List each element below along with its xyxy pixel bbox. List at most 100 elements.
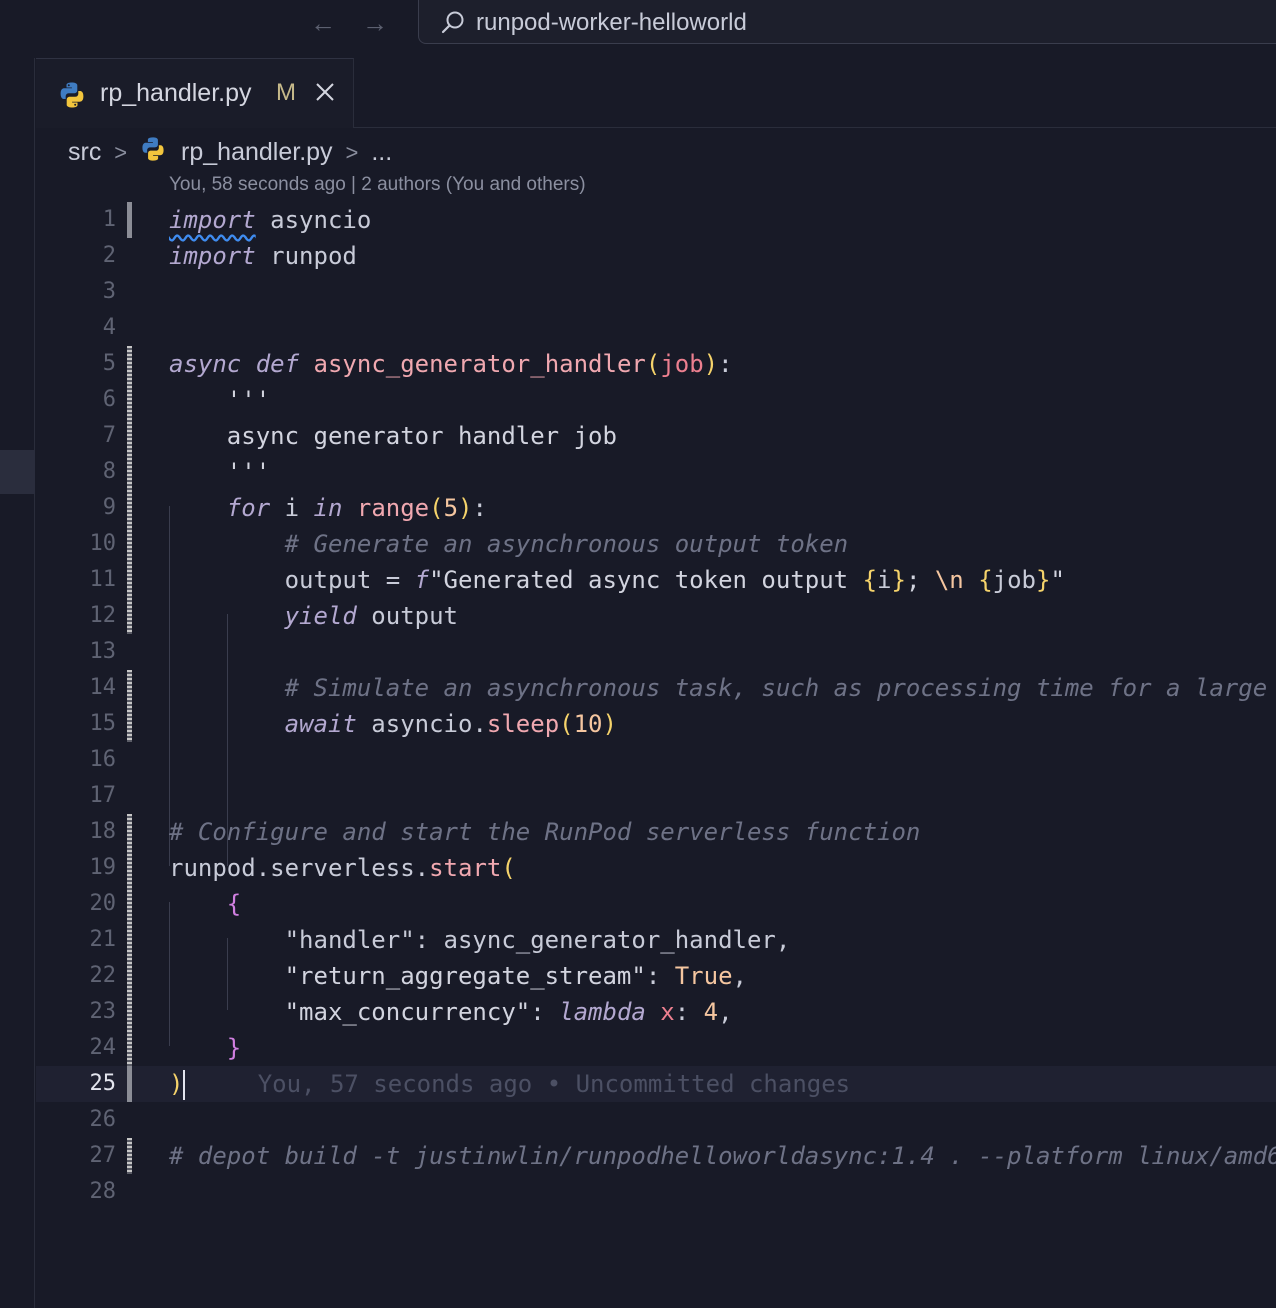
line-number: 10 xyxy=(89,531,117,556)
code-text: import asyncio xyxy=(169,206,372,234)
line-number: 14 xyxy=(89,675,117,700)
gutter-change-marker[interactable] xyxy=(127,922,132,958)
activity-bar xyxy=(0,58,35,1308)
gutter-change-marker[interactable] xyxy=(127,850,132,886)
code-text: # Simulate an asynchronous task, such as… xyxy=(169,674,1268,702)
code-text: ''' xyxy=(169,458,271,486)
code-line[interactable]: 10 # Generate an asynchronous output tok… xyxy=(36,526,1276,562)
gutter-change-marker[interactable] xyxy=(127,994,132,1030)
code-line[interactable]: 15 await asyncio.sleep(10) xyxy=(36,706,1276,742)
gutter-change-marker[interactable] xyxy=(127,382,132,418)
activity-bar-selection[interactable] xyxy=(0,450,35,494)
breadcrumb-folder[interactable]: src xyxy=(68,138,101,167)
line-number: 26 xyxy=(89,1107,117,1132)
gutter-change-marker[interactable] xyxy=(127,202,132,238)
breadcrumb-symbols[interactable]: ... xyxy=(371,138,392,167)
gutter-change-marker[interactable] xyxy=(127,346,132,382)
code-line[interactable]: 2 import runpod xyxy=(36,238,1276,274)
line-number: 8 xyxy=(102,459,116,484)
code-line[interactable]: 28 xyxy=(36,1174,1276,1210)
code-line[interactable]: 18 # Configure and start the RunPod serv… xyxy=(36,814,1276,850)
gutter-change-marker[interactable] xyxy=(127,1138,132,1174)
gutter-change-marker[interactable] xyxy=(127,814,132,850)
close-icon[interactable] xyxy=(312,79,338,105)
line-number: 24 xyxy=(89,1035,117,1060)
line-number: 11 xyxy=(89,567,117,592)
code-line[interactable]: 7 async generator handler job xyxy=(36,418,1276,454)
tab-rp-handler[interactable]: rp_handler.py M xyxy=(36,58,354,128)
line-number: 22 xyxy=(89,963,117,988)
code-line[interactable]: 6 ''' xyxy=(36,382,1276,418)
gutter-change-marker[interactable] xyxy=(127,562,132,598)
code-text: "max_concurrency": lambda x: 4, xyxy=(284,998,733,1026)
code-text: { xyxy=(226,890,242,918)
code-text: output = f"Generated async token output … xyxy=(169,566,1065,594)
code-text: await asyncio.sleep(10) xyxy=(284,710,617,738)
modified-badge: M xyxy=(276,79,296,106)
code-line[interactable]: 23 "max_concurrency": lambda x: 4, xyxy=(36,994,1276,1030)
breadcrumb-file[interactable]: rp_handler.py xyxy=(181,138,333,167)
editor-tab-bar: rp_handler.py M xyxy=(36,58,1276,128)
gutter-change-marker[interactable] xyxy=(127,490,132,526)
code-line[interactable]: 27 # depot build -t justinwlin/runpodhel… xyxy=(36,1138,1276,1174)
code-line[interactable]: 9 for i in range(5): xyxy=(36,490,1276,526)
code-line[interactable]: 17 xyxy=(36,778,1276,814)
gutter-change-marker[interactable] xyxy=(127,418,132,454)
line-number: 12 xyxy=(89,603,117,628)
code-line[interactable]: 1 import asyncio xyxy=(36,202,1276,238)
code-text: ''' xyxy=(169,386,271,414)
code-line[interactable]: 12 yield output xyxy=(36,598,1276,634)
git-codelens[interactable]: You, 58 seconds ago | 2 authors (You and… xyxy=(169,174,586,196)
code-line[interactable]: 19 runpod.serverless.start( xyxy=(36,850,1276,886)
code-text: # depot build -t justinwlin/runpodhellow… xyxy=(169,1142,1276,1170)
back-arrow-icon[interactable]: ← xyxy=(308,8,338,38)
code-text: async generator handler job xyxy=(169,422,617,450)
gutter-change-marker[interactable] xyxy=(127,1030,132,1066)
code-editor[interactable]: src > rp_handler.py > ... You, 58 second… xyxy=(36,128,1276,1308)
code-text: "handler": async_generator_handler, xyxy=(169,926,791,954)
breadcrumb: src > rp_handler.py > ... xyxy=(68,136,392,168)
code-line[interactable]: 16 xyxy=(36,742,1276,778)
code-line[interactable]: 24 } xyxy=(36,1030,1276,1066)
gutter-change-marker[interactable] xyxy=(127,598,132,634)
code-line[interactable]: 3 xyxy=(36,274,1276,310)
chevron-right-icon: > xyxy=(114,139,128,165)
code-line[interactable]: 20 { xyxy=(36,886,1276,922)
code-line[interactable]: 4 xyxy=(36,310,1276,346)
code-line[interactable]: 26 xyxy=(36,1102,1276,1138)
forward-arrow-icon[interactable]: → xyxy=(360,8,390,38)
inline-blame[interactable]: You, 57 seconds ago • Uncommitted change… xyxy=(258,1070,850,1098)
line-number: 17 xyxy=(89,783,117,808)
tab-filename: rp_handler.py xyxy=(100,79,252,107)
gutter-change-marker[interactable] xyxy=(127,526,132,562)
line-number: 13 xyxy=(89,639,117,664)
line-number: 2 xyxy=(102,243,116,268)
line-number: 27 xyxy=(89,1143,117,1168)
code-line[interactable]: 8 ''' xyxy=(36,454,1276,490)
line-number: 16 xyxy=(89,747,117,772)
code-text: # Generate an asynchronous output token xyxy=(169,530,849,558)
gutter-change-marker[interactable] xyxy=(127,886,132,922)
line-number: 28 xyxy=(89,1179,117,1204)
gutter-change-marker[interactable] xyxy=(127,706,132,742)
workspace-name: runpod-worker-helloworld xyxy=(476,9,747,36)
code-line[interactable]: 13 xyxy=(36,634,1276,670)
chevron-right-icon: > xyxy=(345,139,359,165)
line-number: 6 xyxy=(102,387,116,412)
code-line[interactable]: 14 # Simulate an asynchronous task, such… xyxy=(36,670,1276,706)
code-line[interactable]: 11 output = f"Generated async token outp… xyxy=(36,562,1276,598)
gutter-change-marker[interactable] xyxy=(127,958,132,994)
code-line[interactable]: 21 "handler": async_generator_handler, xyxy=(36,922,1276,958)
code-line-current[interactable]: 25 ) You, 57 seconds ago • Uncommitted c… xyxy=(36,1066,1276,1102)
code-line[interactable]: 22 "return_aggregate_stream": True, xyxy=(36,958,1276,994)
line-number: 19 xyxy=(89,855,117,880)
line-number: 23 xyxy=(89,999,117,1024)
code-text: ) You, 57 seconds ago • Uncommitted chan… xyxy=(169,1070,851,1100)
gutter-change-marker[interactable] xyxy=(127,1066,132,1102)
gutter-change-marker[interactable] xyxy=(127,670,132,706)
code-text: async def async_generator_handler(job): xyxy=(169,350,733,378)
gutter-change-marker[interactable] xyxy=(127,454,132,490)
python-file-icon xyxy=(60,82,84,108)
line-number: 1 xyxy=(102,207,116,232)
code-line[interactable]: 5 async def async_generator_handler(job)… xyxy=(36,346,1276,382)
